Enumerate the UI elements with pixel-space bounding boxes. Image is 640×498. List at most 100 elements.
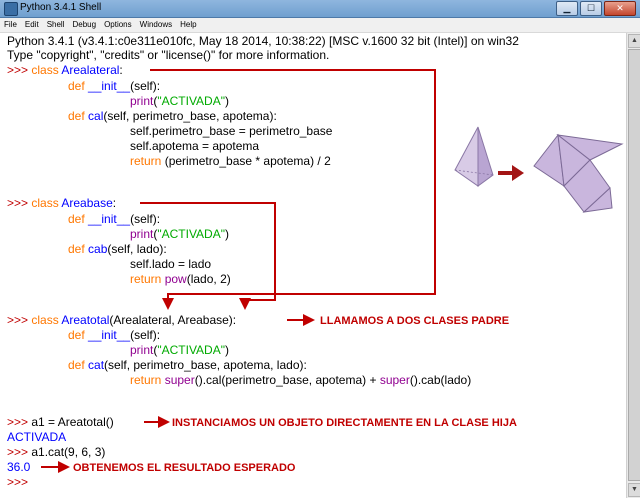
method-args: (self): bbox=[130, 79, 161, 93]
keyword: class bbox=[31, 63, 59, 77]
method-name: cal bbox=[88, 109, 104, 123]
method-name: __init__ bbox=[88, 212, 131, 226]
paren: ) bbox=[224, 227, 229, 241]
keyword: def bbox=[68, 79, 85, 93]
keyword: class bbox=[31, 196, 59, 210]
code-line: self.apotema = apotema bbox=[130, 139, 260, 153]
maximize-button[interactable]: ☐ bbox=[580, 1, 602, 16]
paren: ) bbox=[224, 343, 229, 357]
return-expr: (lado, 2) bbox=[186, 272, 231, 286]
call-command: a1.cat(9, 6, 3) bbox=[31, 445, 106, 459]
method-name: cat bbox=[88, 358, 105, 372]
menu-help[interactable]: Help bbox=[176, 18, 200, 32]
cat-def-line: def cat(self, perimetro_base, apotema, l… bbox=[68, 358, 307, 372]
builtin: print bbox=[130, 227, 154, 241]
return-expr: (perimetro_base * apotema) / 2 bbox=[161, 154, 331, 168]
keyword: def bbox=[68, 242, 85, 256]
return-line: return super().cal(perimetro_base, apote… bbox=[130, 373, 471, 387]
annotation-hija: INSTANCIAMOS UN OBJETO DIRECTAMENTE EN L… bbox=[172, 417, 517, 429]
annotation-resultado: OBTENEMOS EL RESULTADO ESPERADO bbox=[73, 462, 296, 474]
menu-debug[interactable]: Debug bbox=[68, 18, 100, 32]
print-line: print("ACTIVADA") bbox=[130, 343, 229, 357]
builtin: print bbox=[130, 94, 154, 108]
class-name: Arealateral bbox=[61, 63, 120, 77]
prompt: >>> bbox=[7, 415, 32, 429]
cal-def-line: def cal(self, perimetro_base, apotema): bbox=[68, 109, 277, 123]
class-name: Areabase bbox=[61, 196, 113, 210]
paren: ) bbox=[224, 94, 229, 108]
menu-options[interactable]: Options bbox=[100, 18, 136, 32]
pyramid-icon bbox=[454, 126, 494, 187]
string: "ACTIVADA" bbox=[157, 343, 225, 357]
pyramid-net-icon bbox=[533, 133, 624, 213]
init-def-line: def __init__(self): bbox=[68, 212, 160, 226]
banner-line-1: Python 3.4.1 (v3.4.1:c0e311e010fc, May 1… bbox=[7, 34, 519, 48]
class-arealateral-line: >>> class Arealateral: bbox=[7, 63, 123, 77]
menu-windows[interactable]: Windows bbox=[136, 18, 176, 32]
keyword: return bbox=[130, 272, 162, 286]
method-args: (self, perimetro_base, apotema, lado): bbox=[104, 358, 307, 372]
menu-shell[interactable]: Shell bbox=[43, 18, 69, 32]
instance-line: >>> a1 = Areatotal() bbox=[7, 415, 114, 429]
return-expr: ().cab(lado) bbox=[409, 373, 472, 387]
return-line: return (perimetro_base * apotema) / 2 bbox=[130, 154, 331, 168]
transform-arrow-icon bbox=[498, 165, 524, 181]
builtin: print bbox=[130, 343, 154, 357]
prompt: >>> bbox=[7, 445, 32, 459]
keyword: def bbox=[68, 109, 85, 123]
return-expr: ().cal(perimetro_base, apotema) + bbox=[194, 373, 380, 387]
prompt: >>> bbox=[7, 63, 32, 77]
colon: : bbox=[119, 63, 123, 77]
window-title: Python 3.4.1 Shell bbox=[20, 2, 102, 13]
base-classes: (Arealateral, Areabase): bbox=[109, 313, 237, 327]
menu-edit[interactable]: Edit bbox=[21, 18, 43, 32]
cab-def-line: def cab(self, lado): bbox=[68, 242, 167, 256]
string: "ACTIVADA" bbox=[157, 227, 225, 241]
keyword: class bbox=[31, 313, 59, 327]
method-args: (self): bbox=[130, 328, 161, 342]
window-controls: ▁ ☐ ✕ bbox=[556, 1, 636, 16]
output-activada: ACTIVADA bbox=[7, 430, 67, 444]
title-bar: Python 3.4.1 Shell ▁ ☐ ✕ bbox=[0, 0, 640, 18]
menu-bar: File Edit Shell Debug Options Windows He… bbox=[0, 18, 640, 33]
close-button[interactable]: ✕ bbox=[604, 1, 636, 16]
instance-command: a1 = Areatotal() bbox=[31, 415, 114, 429]
builtin: pow bbox=[164, 272, 187, 286]
keyword: return bbox=[130, 154, 162, 168]
keyword: return bbox=[130, 373, 162, 387]
method-name: cab bbox=[88, 242, 108, 256]
return-line: return pow(lado, 2) bbox=[130, 272, 231, 286]
string: "ACTIVADA" bbox=[157, 94, 225, 108]
init-def-line: def __init__(self): bbox=[68, 328, 160, 342]
colon: : bbox=[112, 196, 117, 210]
python-app-icon bbox=[4, 2, 18, 16]
call-line: >>> a1.cat(9, 6, 3) bbox=[7, 445, 105, 459]
builtin: super bbox=[164, 373, 195, 387]
code-line: self.lado = lado bbox=[130, 257, 212, 271]
menu-file[interactable]: File bbox=[0, 18, 21, 32]
method-args: (self, lado): bbox=[107, 242, 167, 256]
class-areatotal-line: >>> class Areatotal(Arealateral, Areabas… bbox=[7, 313, 236, 327]
class-name: Areatotal bbox=[61, 313, 110, 327]
class-areabase-line: >>> class Areabase: bbox=[7, 196, 116, 210]
vertical-scrollbar[interactable]: ▲ ▼ bbox=[626, 33, 640, 498]
scroll-up-icon[interactable]: ▲ bbox=[628, 34, 640, 48]
method-args: (self, perimetro_base, apotema): bbox=[103, 109, 277, 123]
builtin: super bbox=[379, 373, 410, 387]
print-line: print("ACTIVADA") bbox=[130, 94, 229, 108]
print-line: print("ACTIVADA") bbox=[130, 227, 229, 241]
prompt: >>> bbox=[7, 313, 32, 327]
method-name: __init__ bbox=[88, 328, 131, 342]
minimize-button[interactable]: ▁ bbox=[556, 1, 578, 16]
last-prompt[interactable]: >>> bbox=[7, 475, 28, 489]
scroll-thumb[interactable] bbox=[628, 49, 640, 481]
method-name: __init__ bbox=[88, 79, 131, 93]
scroll-down-icon[interactable]: ▼ bbox=[628, 483, 640, 497]
prompt: >>> bbox=[7, 196, 32, 210]
result-output: 36.0 bbox=[7, 460, 31, 474]
init-def-line: def __init__(self): bbox=[68, 79, 160, 93]
keyword: def bbox=[68, 212, 85, 226]
code-line: self.perimetro_base = perimetro_base bbox=[130, 124, 333, 138]
annotation-padre: LLAMAMOS A DOS CLASES PADRE bbox=[320, 315, 510, 327]
method-args: (self): bbox=[130, 212, 161, 226]
